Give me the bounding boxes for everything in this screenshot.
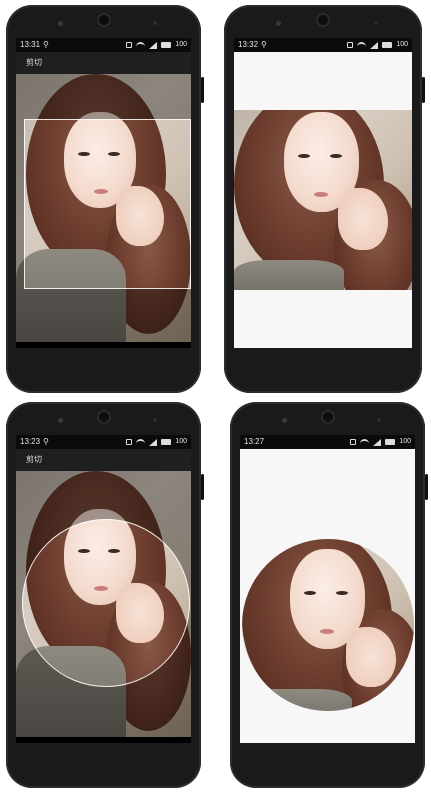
crop-title: 剪切 [26,455,42,464]
battery-level: 100 [175,438,187,445]
phone-rect-crop: 13:31 ⚲ 100 剪切 [6,5,204,393]
signal-icon [373,438,382,446]
screen: 13:32 ⚲ 100 [234,38,412,348]
screen: 13:31 ⚲ 100 剪切 [16,38,191,348]
status-time: 13:32 [238,40,259,49]
signal-icon [149,438,158,446]
usb-icon: ⚲ [261,40,267,49]
wifi-icon [360,439,370,445]
wifi-icon [136,439,146,445]
status-bar: 13:27 100 [240,435,415,449]
vibrate-icon [347,42,354,48]
power-button [201,77,204,103]
battery-icon [382,42,393,48]
earpiece [98,412,109,422]
power-button [422,77,425,103]
signal-icon [149,41,158,49]
crop-area[interactable] [16,471,191,743]
sensor [153,21,157,25]
battery-level: 100 [396,41,408,48]
result-area [240,449,415,743]
earpiece [318,15,328,25]
power-button [425,474,428,500]
front-camera [58,418,63,423]
screen: 13:23 ⚲ 100 剪切 [16,435,191,743]
screen: 13:27 100 [240,435,415,743]
battery-icon [161,42,172,48]
cropped-photo-circle [242,539,414,711]
sensor [377,418,381,422]
crop-title: 剪切 [26,58,42,67]
vibrate-icon [350,439,357,445]
earpiece [98,15,109,25]
result-area [234,52,412,348]
status-bar: 13:31 ⚲ 100 [16,38,191,52]
crop-frame-rect[interactable] [24,119,191,289]
vibrate-icon [126,439,133,445]
status-bar: 13:32 ⚲ 100 [234,38,412,52]
signal-icon [370,41,379,49]
battery-level: 100 [175,41,187,48]
front-camera [276,21,281,26]
battery-level: 100 [399,438,411,445]
sensor [153,418,157,422]
usb-icon: ⚲ [43,437,49,446]
battery-icon [385,439,396,445]
phone-circle-result: 13:27 100 [230,402,428,788]
front-camera [282,418,287,423]
app-bar: 剪切 [16,52,191,74]
crop-area[interactable] [16,74,191,348]
battery-icon [161,439,172,445]
sensor [374,21,378,25]
vibrate-icon [126,42,133,48]
wifi-icon [357,42,367,48]
crop-frame-circle[interactable] [22,519,190,687]
phone-circle-crop: 13:23 ⚲ 100 剪切 [6,402,204,788]
status-time: 13:23 [20,437,41,446]
status-time: 13:31 [20,40,41,49]
front-camera [58,21,63,26]
power-button [201,474,204,500]
earpiece [322,412,333,422]
cropped-photo-rect [234,110,412,290]
wifi-icon [136,42,146,48]
phone-rect-result: 13:32 ⚲ 100 [224,5,425,393]
app-bar: 剪切 [16,449,191,471]
usb-icon: ⚲ [43,40,49,49]
status-time: 13:27 [244,437,265,446]
status-bar: 13:23 ⚲ 100 [16,435,191,449]
